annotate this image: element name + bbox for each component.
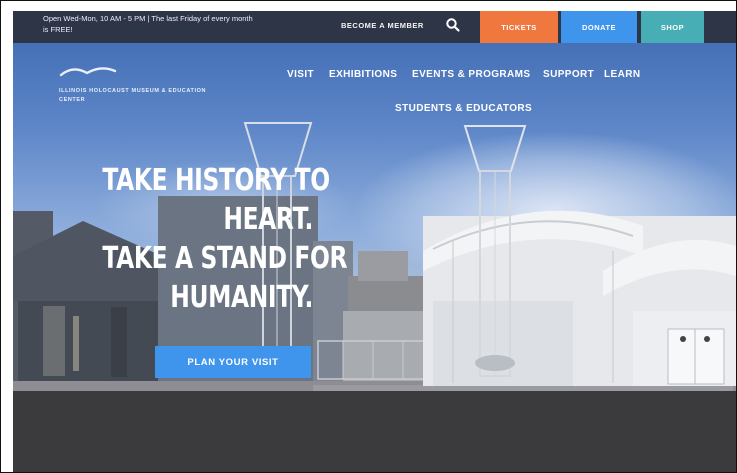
hours-notice: Open Wed-Mon, 10 AM - 5 PM | The last Fr… xyxy=(43,14,253,34)
plan-your-visit-button[interactable]: PLAN YOUR VISIT xyxy=(155,346,311,378)
tickets-button[interactable]: TICKETS xyxy=(480,11,558,43)
headline-line: HUMANITY. xyxy=(170,280,313,315)
nav-learn[interactable]: LEARN xyxy=(604,69,640,80)
donate-button[interactable]: DONATE xyxy=(561,11,637,43)
headline-line: TAKE HISTORY TO xyxy=(102,163,330,198)
headline-line: TAKE A STAND FOR xyxy=(102,241,348,276)
nav-events-programs[interactable]: EVENTS & PROGRAMS xyxy=(412,69,530,80)
nav-visit[interactable]: VISIT xyxy=(287,69,314,80)
search-icon[interactable] xyxy=(445,17,461,33)
nav-support[interactable]: SUPPORT xyxy=(543,69,594,80)
museum-homepage: Open Wed-Mon, 10 AM - 5 PM | The last Fr… xyxy=(13,11,736,472)
shop-button[interactable]: SHOP xyxy=(641,11,704,43)
become-member-link[interactable]: BECOME A MEMBER xyxy=(341,21,424,30)
museum-logo-text[interactable]: ILLINOIS HOLOCAUST MUSEUM & EDUCATION CE… xyxy=(59,87,219,105)
browser-frame: Open Wed-Mon, 10 AM - 5 PM | The last Fr… xyxy=(0,0,737,473)
nav-exhibitions[interactable]: EXHIBITIONS xyxy=(329,69,397,80)
headline-line: HEART. xyxy=(223,202,313,237)
museum-logo-icon[interactable] xyxy=(59,65,119,79)
nav-students-educators[interactable]: STUDENTS & EDUCATORS xyxy=(395,103,532,114)
top-utility-bar: Open Wed-Mon, 10 AM - 5 PM | The last Fr… xyxy=(13,11,736,43)
hero-headline: TAKE HISTORY TO HEART. TAKE A STAND FOR … xyxy=(102,161,348,317)
